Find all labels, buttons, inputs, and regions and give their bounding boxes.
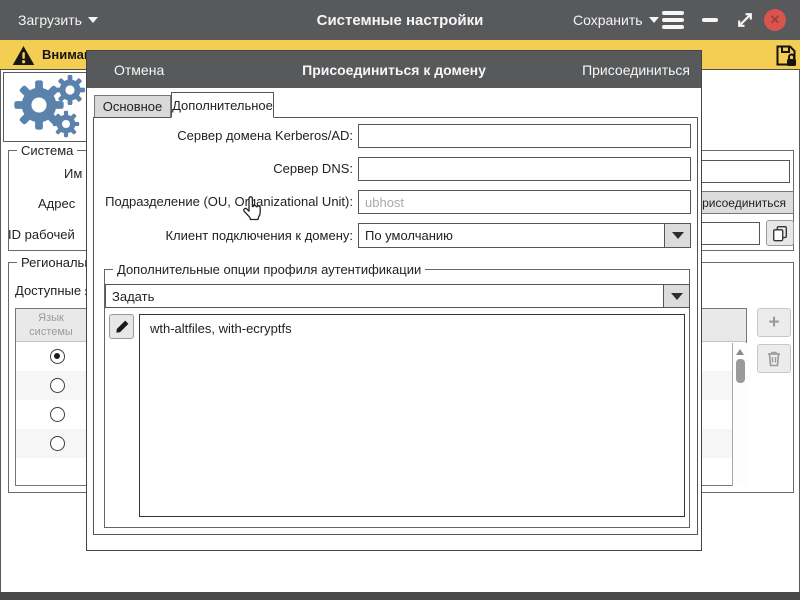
copy-icon	[773, 226, 787, 242]
scroll-up-icon[interactable]	[736, 349, 744, 355]
join-button-label: Присоединиться	[582, 61, 690, 78]
chevron-down-icon	[648, 17, 659, 23]
kerberos-server-input[interactable]	[358, 124, 691, 148]
auth-mode-select[interactable]: Задать	[105, 284, 690, 308]
chevron-down-icon	[87, 17, 98, 23]
hamburger-icon	[662, 11, 684, 29]
system-language-column-header: Язык системы	[29, 312, 73, 338]
tab-basic[interactable]: Основное	[94, 95, 171, 118]
tab-advanced[interactable]: Дополнительное	[171, 92, 274, 118]
domain-client-value: По умолчанию	[365, 228, 453, 243]
system-legend: Система	[17, 143, 78, 158]
kerberos-server-label: Сервер домена Kerberos/AD:	[177, 128, 353, 143]
add-language-button[interactable]: +	[757, 308, 791, 337]
dialog-header: Отмена Присоединиться к домену Присоедин…	[87, 51, 701, 88]
tab-basic-label: Основное	[102, 99, 163, 114]
cancel-button[interactable]: Отмена	[114, 51, 164, 88]
join-domain-dialog: Отмена Присоединиться к домену Присоедин…	[86, 50, 702, 551]
available-languages-label: Доступные я	[15, 283, 92, 298]
scrollbar-thumb[interactable]	[736, 359, 745, 383]
minimize-icon	[702, 18, 718, 22]
close-icon: ✕	[764, 9, 786, 31]
warning-icon	[12, 45, 35, 66]
titlebar: Загрузить Системные настройки Сохранить …	[0, 0, 800, 40]
system-settings-window: Загрузить Системные настройки Сохранить …	[0, 0, 800, 600]
computer-name-label: Им	[64, 166, 83, 181]
regional-legend: Региональн	[17, 255, 96, 270]
auth-mode-value: Задать	[112, 288, 155, 304]
load-menu-label: Загрузить	[18, 12, 82, 28]
dropdown-arrow-icon[interactable]	[664, 224, 690, 247]
save-menu-label: Сохранить	[573, 12, 643, 28]
load-menu-button[interactable]: Загрузить	[18, 0, 98, 40]
minimize-button[interactable]	[702, 0, 718, 40]
auth-options-textarea[interactable]: wth-altfiles, with-ecryptfs	[139, 314, 685, 517]
tab-advanced-label: Дополнительное	[172, 97, 273, 113]
save-menu-button[interactable]: Сохранить	[573, 0, 659, 40]
close-button[interactable]: ✕	[764, 0, 786, 40]
domain-address-label: Адрес	[38, 196, 76, 211]
auth-options-legend: Дополнительные опции профиля аутентифика…	[113, 262, 426, 277]
radio-icon[interactable]	[50, 407, 65, 422]
dns-server-input[interactable]	[358, 157, 691, 181]
domain-client-select[interactable]: По умолчанию	[358, 223, 691, 248]
maximize-button[interactable]	[736, 0, 754, 40]
bottom-statusbar	[0, 592, 800, 600]
main-menu-button[interactable]	[662, 0, 684, 40]
gear-icon	[52, 110, 80, 138]
workgroup-id-label: ID рабочей	[8, 227, 75, 242]
radio-icon[interactable]	[50, 436, 65, 451]
copy-button[interactable]	[766, 220, 794, 246]
save-lock-icon[interactable]	[774, 43, 798, 68]
ou-input[interactable]	[358, 190, 691, 214]
pencil-icon	[115, 320, 128, 333]
domain-client-label: Клиент подключения к домену:	[165, 228, 353, 243]
radio-icon[interactable]	[50, 378, 65, 393]
delete-language-button[interactable]	[757, 344, 791, 373]
edit-options-button[interactable]	[109, 314, 134, 339]
join-button[interactable]: Присоединиться	[582, 51, 690, 88]
radio-selected-icon[interactable]	[50, 349, 65, 364]
ou-label: Подразделение (OU, Organizational Unit):	[105, 194, 353, 209]
dropdown-arrow-icon[interactable]	[663, 285, 689, 307]
gear-icon	[55, 75, 85, 105]
plus-icon: +	[768, 311, 780, 333]
expand-icon	[738, 13, 752, 27]
trash-icon	[768, 351, 780, 367]
cancel-button-label: Отмена	[114, 61, 165, 78]
join-domain-button-label: рисоединиться	[702, 195, 786, 210]
table-scrollbar[interactable]	[732, 343, 747, 486]
dns-server-label: Сервер DNS:	[273, 161, 353, 176]
